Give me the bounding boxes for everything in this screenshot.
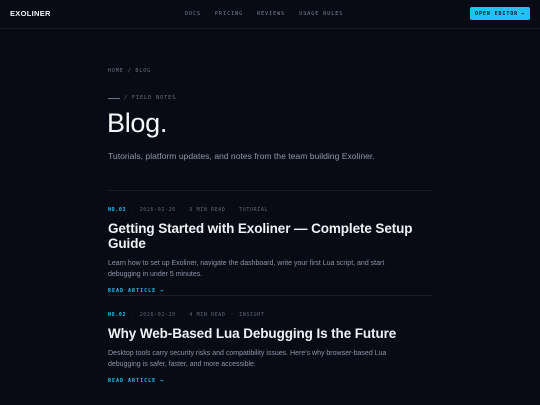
post-title[interactable]: Getting Started with Exoliner — Complete… xyxy=(108,221,432,251)
post-excerpt: Learn how to set up Exoliner, navigate t… xyxy=(108,260,385,278)
page-lead: Tutorials, platform updates, and notes f… xyxy=(108,151,375,161)
post-date: 2026-02-20 xyxy=(139,312,176,318)
open-editor-label: OPEN EDITOR xyxy=(475,10,519,17)
nav-link-reviews[interactable]: REVIEWS xyxy=(257,11,285,17)
post-meta: NO.03 · 2026-02-26 · 5 MIN READ · TUTORI… xyxy=(108,207,269,213)
post-title[interactable]: Why Web-Based Lua Debugging Is the Futur… xyxy=(108,326,432,341)
nav-links: DOCS PRICING REVIEWS USAGE RULES xyxy=(185,11,343,17)
post-tag: TUTORIAL xyxy=(239,207,269,213)
post-meta: NO.02 · 2026-02-20 · 4 MIN READ · INSIGH… xyxy=(108,312,265,318)
nav-link-docs[interactable]: DOCS xyxy=(185,11,201,17)
post-number: NO.03 xyxy=(108,207,127,213)
read-article-link[interactable]: READ ARTICLE → xyxy=(108,288,432,294)
breadcrumb-separator: / xyxy=(127,68,132,74)
eyebrow-label: / FIELD NOTES xyxy=(124,95,177,101)
brand-logo[interactable]: EXOLINER xyxy=(10,9,51,18)
read-article-link[interactable]: READ ARTICLE → xyxy=(108,378,432,384)
divider xyxy=(108,295,432,296)
page-title: Blog. xyxy=(107,108,168,138)
divider xyxy=(108,190,432,191)
breadcrumb-home[interactable]: HOME xyxy=(108,68,124,74)
top-nav: EXOLINER DOCS PRICING REVIEWS USAGE RULE… xyxy=(0,0,540,29)
nav-link-pricing[interactable]: PRICING xyxy=(215,11,243,17)
open-editor-button[interactable]: OPEN EDITOR → xyxy=(470,7,530,20)
post-read-time: 4 MIN READ xyxy=(189,312,226,318)
breadcrumb-current: BLOG xyxy=(135,68,152,74)
post-read-time: 5 MIN READ xyxy=(189,207,226,213)
post-item: NO.02 · 2026-02-20 · 4 MIN READ · INSIGH… xyxy=(108,312,432,384)
post-number: NO.02 xyxy=(108,312,127,318)
dash-divider xyxy=(108,97,120,99)
post-date: 2026-02-26 xyxy=(139,207,176,213)
arrow-right-icon: → xyxy=(521,10,525,17)
post-tag: INSIGHT xyxy=(239,312,265,318)
post-item: NO.03 · 2026-02-26 · 5 MIN READ · TUTORI… xyxy=(108,207,432,294)
section-eyebrow: / FIELD NOTES xyxy=(108,95,176,101)
nav-link-usage-rules[interactable]: USAGE RULES xyxy=(299,11,343,17)
breadcrumb: HOME / BLOG xyxy=(108,68,151,74)
post-excerpt: Desktop tools carry security risks and c… xyxy=(108,350,387,368)
